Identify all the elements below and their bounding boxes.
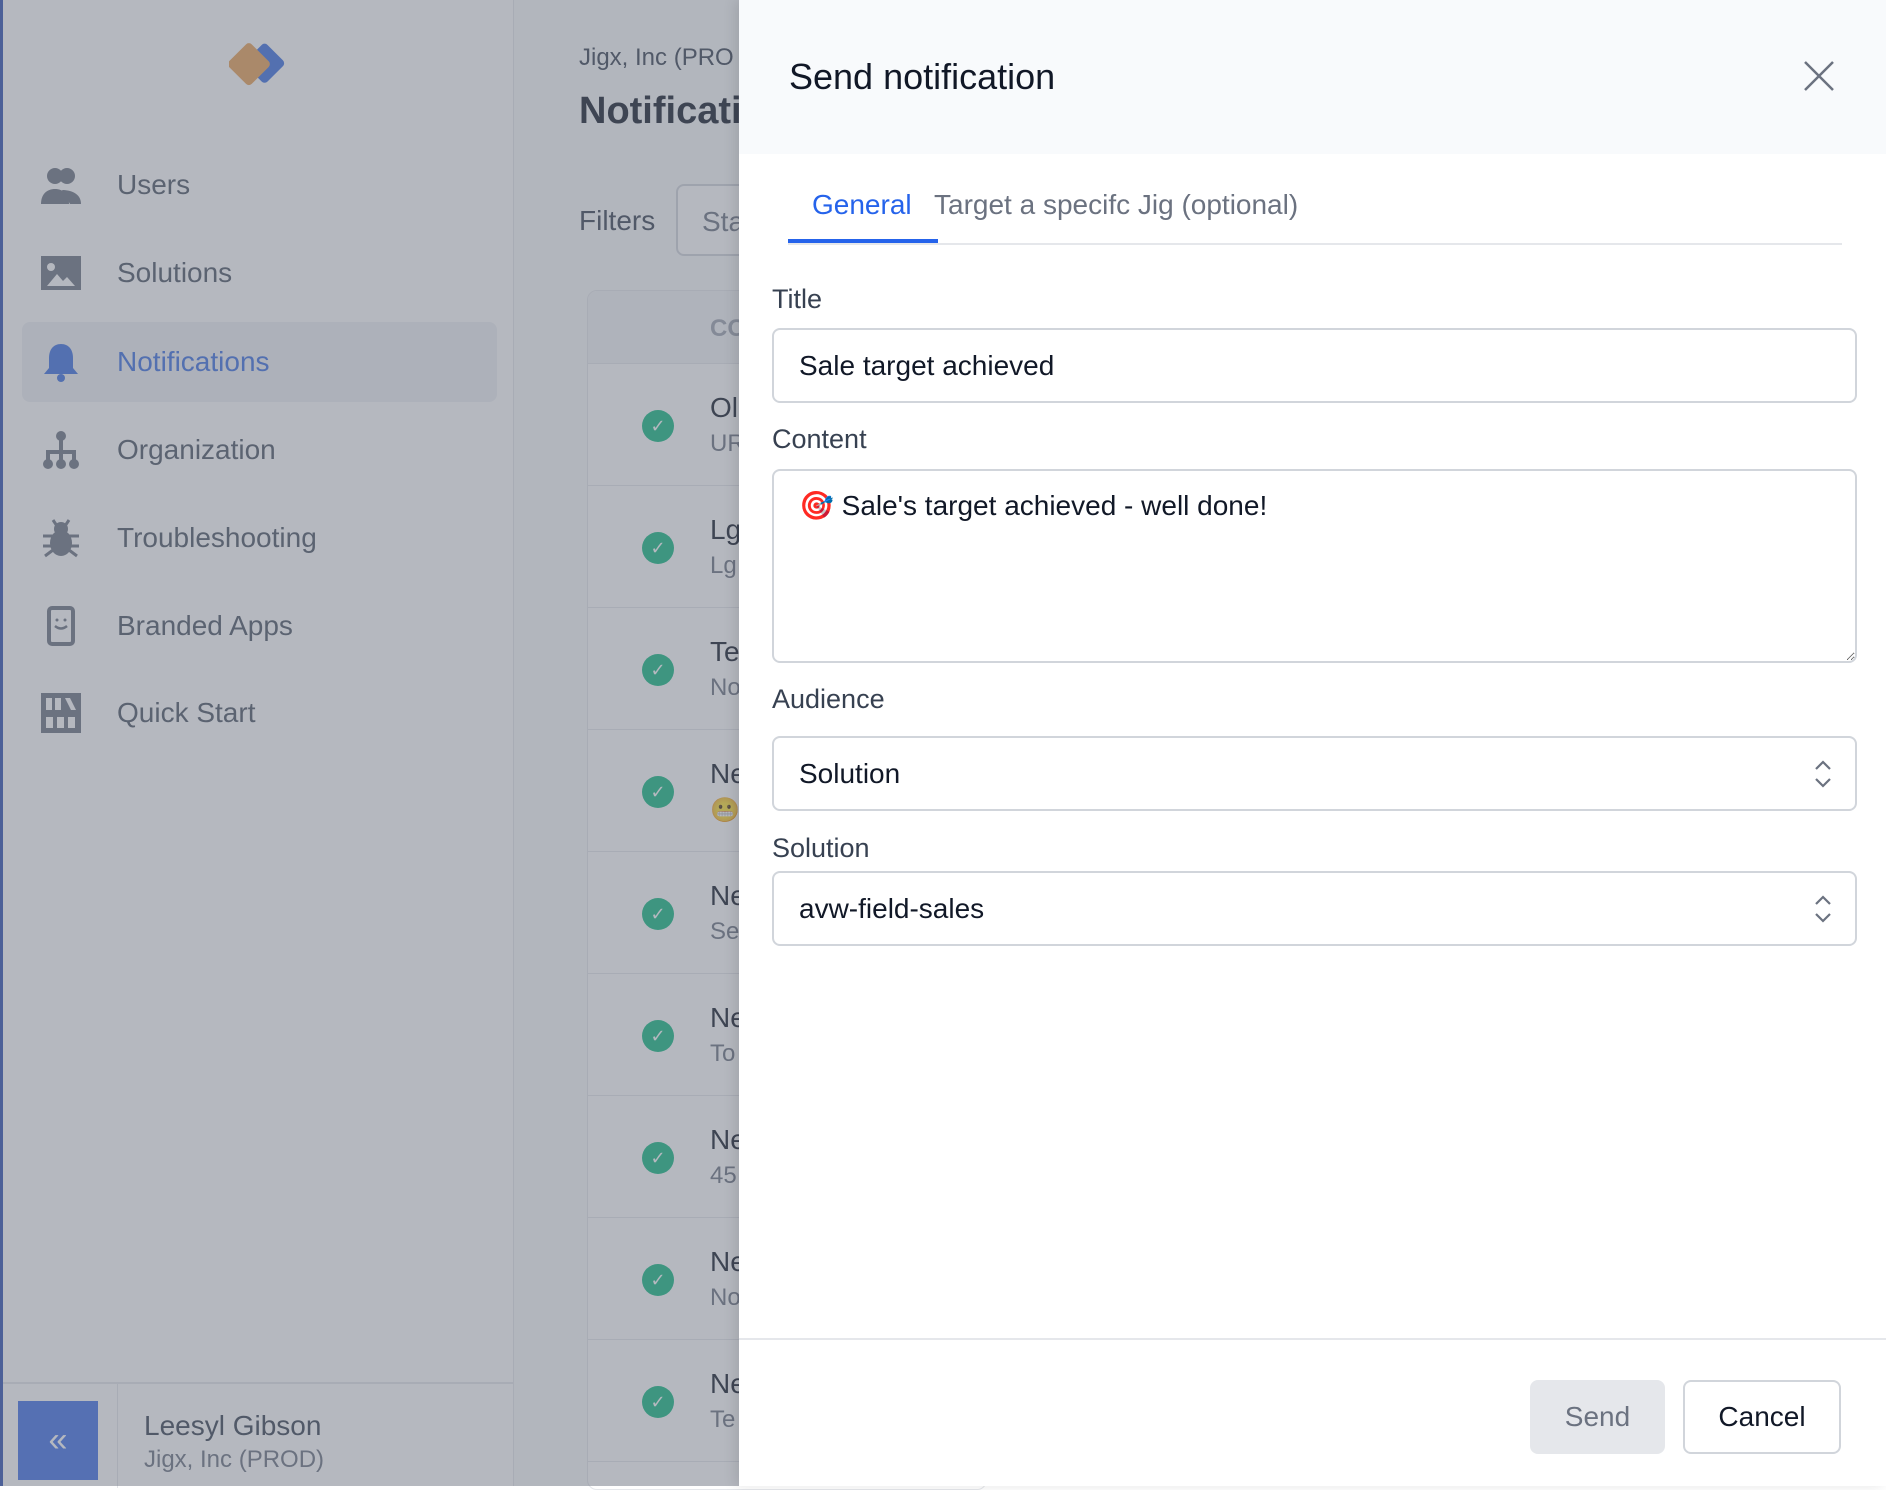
user-section: « Leesyl Gibson Jigx, Inc (PROD) bbox=[3, 1382, 516, 1488]
check-circle-icon: ✓ bbox=[642, 898, 674, 930]
bell-icon bbox=[40, 341, 82, 383]
solution-select[interactable]: avw-field-sales bbox=[772, 871, 1857, 946]
tab-bar: General Target a specifc Jig (optional) bbox=[788, 183, 1842, 245]
sidebar-item-users[interactable]: Users bbox=[22, 145, 497, 225]
check-circle-icon: ✓ bbox=[642, 1386, 674, 1418]
send-button[interactable]: Send bbox=[1530, 1380, 1665, 1454]
sidebar-item-label: Users bbox=[117, 169, 191, 200]
sidebar-item-label: Troubleshooting bbox=[117, 522, 317, 553]
row-subtitle: To bbox=[710, 1040, 736, 1067]
sidebar-item-notifications[interactable]: Notifications bbox=[22, 322, 497, 402]
sidebar-item-solutions[interactable]: Solutions bbox=[22, 233, 497, 313]
title-label: Title bbox=[772, 284, 823, 314]
sidebar-item-troubleshooting[interactable]: Troubleshooting bbox=[22, 498, 497, 578]
users-icon bbox=[40, 164, 82, 206]
tab-general[interactable]: General bbox=[812, 189, 912, 221]
org-chart-icon bbox=[40, 429, 82, 471]
audience-label: Audience bbox=[772, 684, 885, 714]
audience-value: Solution bbox=[799, 758, 901, 789]
bug-icon bbox=[40, 517, 82, 559]
page-title: Notificati bbox=[579, 90, 742, 132]
content-textarea[interactable]: 🎯 Sale's target achieved - well done! bbox=[772, 469, 1857, 663]
breadcrumb: Jigx, Inc (PRO bbox=[579, 44, 734, 71]
send-notification-panel: Send notification General Target a speci… bbox=[739, 0, 1886, 1486]
tab-target-jig[interactable]: Target a specifc Jig (optional) bbox=[934, 189, 1298, 221]
jigx-logo bbox=[229, 43, 285, 86]
check-circle-icon: ✓ bbox=[642, 1020, 674, 1052]
grid-icon bbox=[40, 692, 82, 734]
solution-label: Solution bbox=[772, 833, 870, 863]
image-icon bbox=[40, 252, 82, 294]
user-name: Leesyl Gibson bbox=[144, 1410, 322, 1441]
phone-smile-icon bbox=[40, 605, 82, 647]
row-subtitle: 😬 bbox=[710, 797, 740, 824]
title-input[interactable] bbox=[772, 328, 1857, 403]
panel-title: Send notification bbox=[789, 56, 1056, 97]
filters-label: Filters bbox=[579, 205, 656, 236]
row-title: Lg bbox=[710, 514, 742, 545]
row-subtitle: Te bbox=[710, 1406, 736, 1433]
divider bbox=[117, 1384, 118, 1488]
check-circle-icon: ✓ bbox=[642, 532, 674, 564]
row-subtitle: No bbox=[710, 1284, 741, 1311]
sidebar-item-label: Solutions bbox=[117, 257, 233, 288]
active-tab-indicator bbox=[788, 239, 938, 243]
check-circle-icon: ✓ bbox=[642, 776, 674, 808]
check-circle-icon: ✓ bbox=[642, 410, 674, 442]
user-org: Jigx, Inc (PROD) bbox=[144, 1446, 325, 1473]
sidebar-item-label: Notifications bbox=[117, 346, 270, 377]
close-icon[interactable] bbox=[1801, 58, 1837, 94]
row-subtitle: No bbox=[710, 674, 741, 701]
sidebar-item-quick-start[interactable]: Quick Start bbox=[22, 673, 497, 753]
audience-select[interactable]: Solution bbox=[772, 736, 1857, 811]
row-subtitle: Se bbox=[710, 918, 740, 945]
row-title: Te bbox=[710, 636, 740, 667]
cancel-button[interactable]: Cancel bbox=[1683, 1380, 1841, 1454]
chevron-up-down-icon bbox=[1815, 895, 1831, 923]
row-subtitle: Lg bbox=[710, 552, 737, 579]
row-title: Ol bbox=[710, 392, 738, 423]
sidebar-item-label: Quick Start bbox=[117, 697, 256, 728]
sidebar-item-branded-apps[interactable]: Branded Apps bbox=[22, 586, 497, 666]
check-circle-icon: ✓ bbox=[642, 654, 674, 686]
check-circle-icon: ✓ bbox=[642, 1142, 674, 1174]
divider bbox=[739, 1338, 1886, 1340]
check-circle-icon: ✓ bbox=[642, 1264, 674, 1296]
chevron-up-down-icon bbox=[1815, 760, 1831, 788]
sidebar: Users Solutions Notifications Organizati… bbox=[0, 0, 516, 1488]
row-subtitle: 45 bbox=[710, 1162, 737, 1189]
panel-header: Send notification bbox=[739, 0, 1886, 154]
chevrons-left-icon: « bbox=[48, 1421, 68, 1459]
content-label: Content bbox=[772, 424, 867, 454]
sidebar-item-label: Organization bbox=[117, 434, 276, 465]
sidebar-item-organization[interactable]: Organization bbox=[22, 410, 497, 490]
sidebar-item-label: Branded Apps bbox=[117, 610, 293, 641]
collapse-sidebar-button[interactable]: « bbox=[18, 1401, 98, 1480]
solution-value: avw-field-sales bbox=[799, 893, 985, 924]
